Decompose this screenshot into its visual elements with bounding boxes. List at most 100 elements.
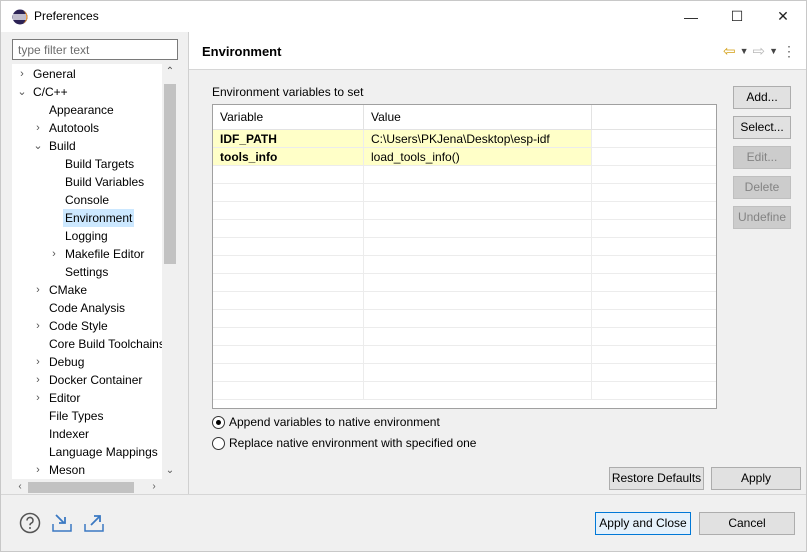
help-icon[interactable]	[19, 512, 41, 534]
pane-divider[interactable]	[188, 32, 189, 494]
tree-item-label: Meson	[49, 463, 86, 477]
tree-item-label: Logging	[65, 229, 108, 243]
value-cell	[364, 202, 592, 220]
table-row[interactable]: IDF_PATH C:\Users\PKJena\Desktop\esp-idf	[213, 130, 716, 148]
apply-and-close-button[interactable]: Apply and Close	[595, 512, 691, 535]
tree-item-label: Build Variables	[65, 175, 145, 189]
minimize-button[interactable]: —	[668, 1, 714, 32]
filler-cell	[592, 274, 716, 292]
value-cell	[364, 256, 592, 274]
delete-button[interactable]: Delete	[733, 176, 791, 199]
tree-item-label: File Types	[49, 409, 104, 423]
filler-cell	[592, 148, 716, 166]
column-header-value[interactable]: Value	[364, 105, 592, 130]
variable-cell	[213, 184, 364, 202]
scroll-down-icon[interactable]: ⌄	[162, 463, 178, 479]
cancel-button[interactable]: Cancel	[699, 512, 795, 535]
table-row[interactable]: tools_info load_tools_info()	[213, 148, 716, 166]
append-radio-label: Append variables to native environment	[229, 415, 440, 429]
table-row[interactable]	[213, 184, 716, 202]
value-cell: load_tools_info()	[364, 148, 592, 166]
value-cell	[364, 310, 592, 328]
scroll-thumb-horizontal[interactable]	[28, 482, 134, 493]
restore-defaults-button[interactable]: Restore Defaults	[609, 467, 704, 490]
table-row[interactable]	[213, 346, 716, 364]
close-button[interactable]: ✕	[760, 1, 806, 32]
variable-cell	[213, 364, 364, 382]
chevron-right-icon[interactable]: ›	[33, 119, 43, 137]
value-cell	[364, 292, 592, 310]
chevron-right-icon[interactable]: ›	[33, 281, 43, 299]
scroll-thumb[interactable]	[164, 84, 176, 264]
table-row[interactable]	[213, 382, 716, 400]
chevron-right-icon[interactable]: ›	[33, 317, 43, 335]
preferences-tree[interactable]: › General ⌄ C/C++ Appearance › Autotools ⌄ Build…	[12, 64, 178, 479]
scroll-right-icon[interactable]: ›	[146, 479, 162, 495]
variable-cell	[213, 166, 364, 184]
undefine-button[interactable]: Undefine	[733, 206, 791, 229]
value-cell	[364, 184, 592, 202]
filler-cell	[592, 328, 716, 346]
back-arrow-icon[interactable]: ⇦	[723, 42, 736, 60]
tree-item-label: C/C++	[33, 85, 68, 99]
back-dropdown-icon[interactable]: ▼	[740, 46, 749, 56]
value-cell	[364, 220, 592, 238]
tree-item-label: Language Mappings	[49, 445, 158, 459]
value-cell	[364, 274, 592, 292]
column-header-variable[interactable]: Variable	[213, 105, 364, 130]
apply-button[interactable]: Apply	[711, 467, 801, 490]
table-row[interactable]	[213, 310, 716, 328]
table-row[interactable]	[213, 328, 716, 346]
tree-item-label: Environment	[63, 209, 135, 227]
scroll-left-icon[interactable]: ‹	[12, 479, 28, 495]
view-menu-icon[interactable]: ⋮	[782, 43, 796, 60]
add-button[interactable]: Add...	[733, 86, 791, 109]
chevron-right-icon[interactable]: ›	[49, 245, 59, 263]
variable-cell	[213, 328, 364, 346]
replace-radio-indicator[interactable]	[212, 436, 225, 450]
tree-item-label: Build Targets	[65, 157, 135, 171]
maximize-button[interactable]: ☐	[714, 1, 760, 32]
chevron-right-icon[interactable]: ›	[33, 461, 43, 479]
scroll-up-icon[interactable]: ⌃	[162, 64, 178, 80]
tree-item-label: Indexer	[49, 427, 90, 441]
chevron-right-icon[interactable]: ›	[33, 353, 43, 371]
table-row[interactable]	[213, 220, 716, 238]
table-row[interactable]	[213, 292, 716, 310]
chevron-down-icon[interactable]: ⌄	[33, 137, 43, 155]
tree-item-label: Console	[65, 193, 110, 207]
replace-radio[interactable]: Replace native environment with specifie…	[212, 435, 476, 451]
filler-cell	[592, 238, 716, 256]
table-row[interactable]	[213, 256, 716, 274]
tree-item-label: Appearance	[49, 103, 114, 117]
append-radio-indicator[interactable]	[212, 415, 225, 429]
variable-cell	[213, 202, 364, 220]
table-row[interactable]	[213, 364, 716, 382]
export-icon[interactable]	[83, 512, 105, 534]
table-row[interactable]	[213, 238, 716, 256]
import-icon[interactable]	[51, 512, 73, 534]
forward-dropdown-icon[interactable]: ▼	[769, 46, 778, 56]
value-cell	[364, 238, 592, 256]
filler-cell	[592, 130, 716, 148]
tree-item-label: General	[33, 67, 76, 81]
table-row[interactable]	[213, 202, 716, 220]
tree-vertical-scrollbar[interactable]: ⌃ ⌄	[162, 64, 178, 479]
chevron-right-icon[interactable]: ›	[17, 65, 27, 83]
tree-horizontal-scrollbar[interactable]: ‹ ›	[12, 479, 178, 495]
table-row[interactable]	[213, 166, 716, 184]
value-cell: C:\Users\PKJena\Desktop\esp-idf	[364, 130, 592, 148]
chevron-right-icon[interactable]: ›	[33, 389, 43, 407]
table-row[interactable]	[213, 274, 716, 292]
append-radio[interactable]: Append variables to native environment	[212, 414, 440, 430]
forward-arrow-icon[interactable]: ⇨	[753, 42, 766, 60]
chevron-down-icon[interactable]: ⌄	[17, 83, 27, 101]
filter-input[interactable]	[12, 39, 178, 60]
edit-button[interactable]: Edit...	[733, 146, 791, 169]
title-bar: Preferences — ☐ ✕	[1, 1, 806, 32]
variable-cell	[213, 274, 364, 292]
environment-table[interactable]: Variable Value IDF_PATH C:\Users\PKJena\D…	[212, 104, 717, 409]
chevron-right-icon[interactable]: ›	[33, 371, 43, 389]
select-button[interactable]: Select...	[733, 116, 791, 139]
eclipse-logo-icon	[12, 9, 28, 25]
